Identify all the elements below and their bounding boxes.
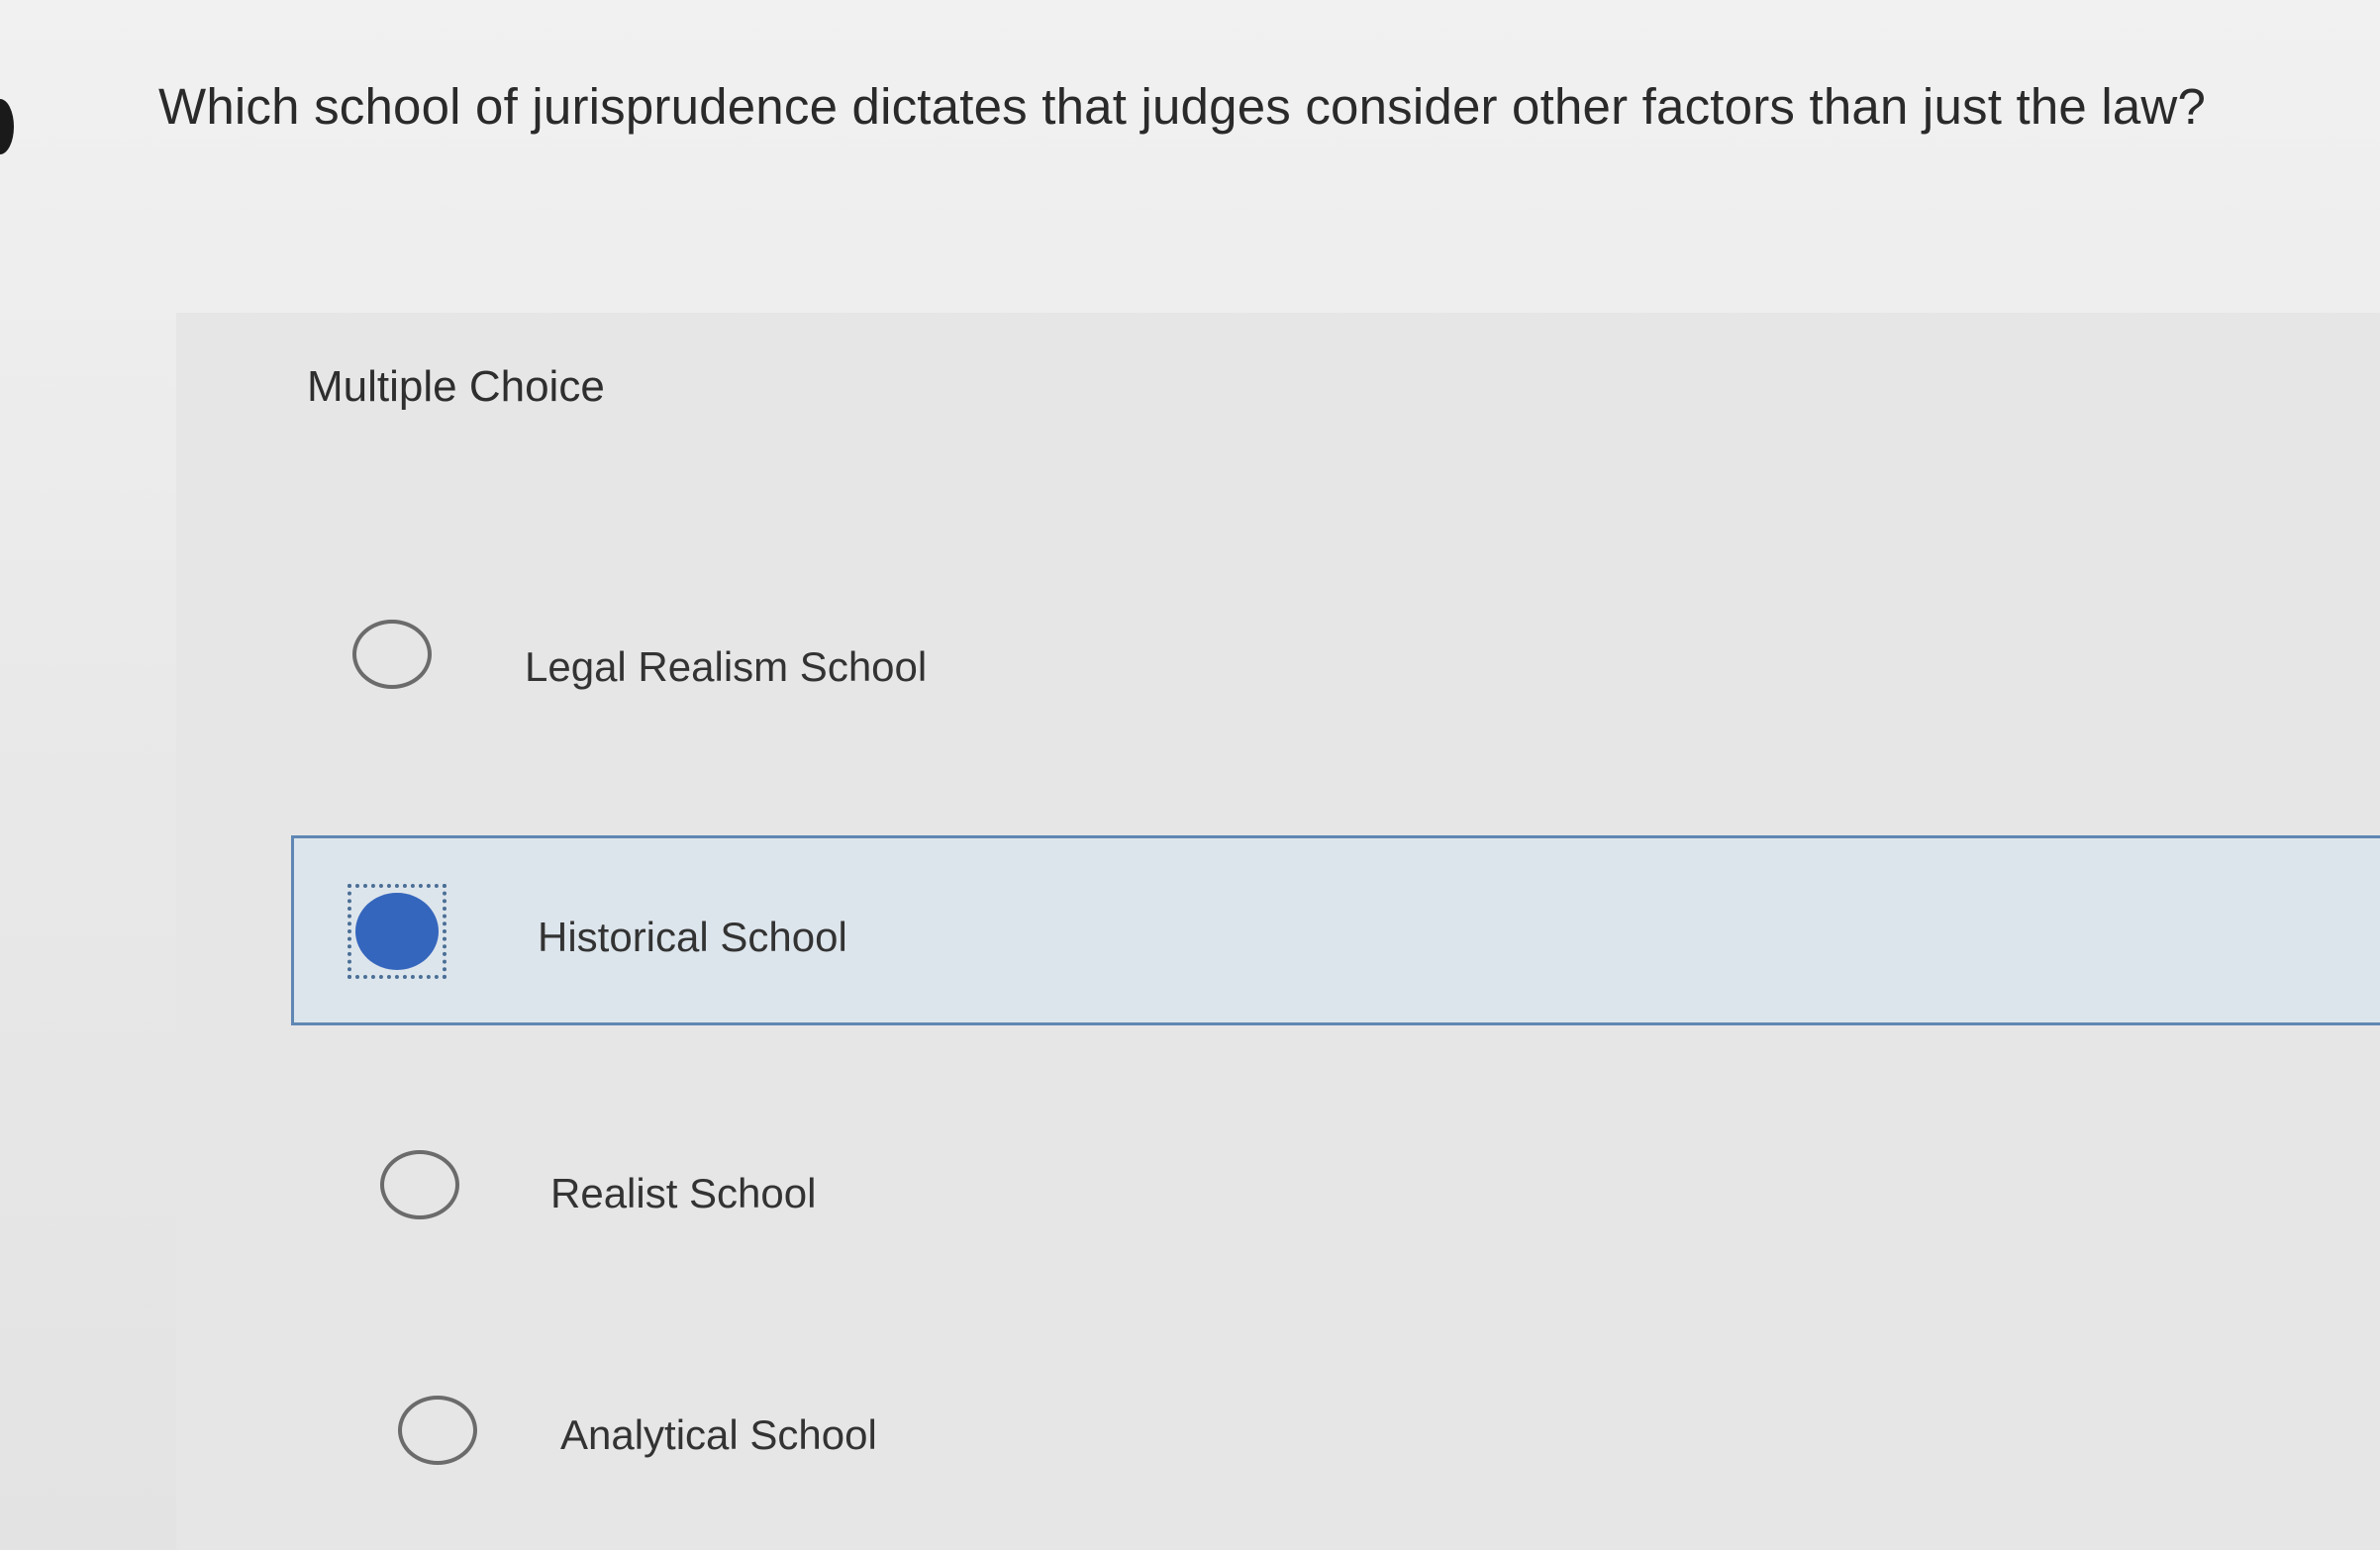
option-label: Historical School (538, 914, 847, 960)
option-legal-realism-school[interactable]: Legal Realism School (297, 584, 2380, 762)
option-label: Realist School (550, 1170, 817, 1216)
edge-indicator (0, 99, 14, 154)
option-historical-school[interactable]: Historical School (291, 835, 2380, 1025)
page: Which school of jurisprudence dictates t… (0, 0, 2380, 1550)
question-text: Which school of jurisprudence dictates t… (158, 78, 2207, 135)
radio-unselected-icon[interactable] (352, 620, 432, 689)
radio-selected-icon[interactable] (355, 893, 439, 970)
question-type-label: Multiple Choice (307, 362, 605, 411)
option-label: Analytical School (560, 1411, 877, 1458)
option-realist-school[interactable]: Realist School (297, 1099, 2380, 1277)
option-analytical-school[interactable]: Analytical School (297, 1352, 2380, 1530)
radio-unselected-icon[interactable] (398, 1396, 477, 1465)
option-label: Legal Realism School (525, 643, 928, 690)
radio-unselected-icon[interactable] (380, 1150, 459, 1219)
